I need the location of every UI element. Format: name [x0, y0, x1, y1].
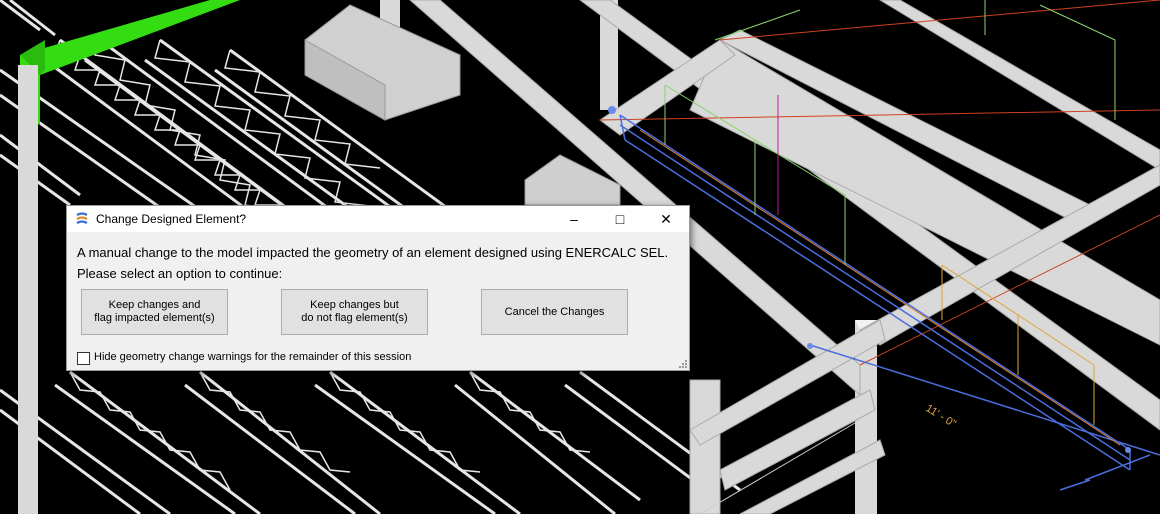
maximize-button[interactable]: □: [597, 206, 643, 232]
cancel-changes-button[interactable]: Cancel the Changes: [481, 289, 628, 335]
minimize-button[interactable]: –: [551, 206, 597, 232]
selection-handle: [608, 106, 616, 114]
hide-warnings-checkbox[interactable]: [77, 352, 90, 365]
dialog-title: Change Designed Element?: [96, 212, 247, 226]
dialog-message: A manual change to the model impacted th…: [77, 245, 669, 260]
dialog-titlebar[interactable]: Change Designed Element? – □ ✕: [67, 206, 689, 232]
keep-and-flag-button[interactable]: Keep changes and flag impacted element(s…: [81, 289, 228, 335]
dialog-prompt: Please select an option to continue:: [77, 266, 283, 281]
close-button[interactable]: ✕: [643, 206, 689, 232]
enercalc-logo-icon: [76, 212, 88, 224]
hide-warnings-label[interactable]: Hide geometry change warnings for the re…: [94, 351, 411, 363]
change-designed-element-dialog: Change Designed Element? – □ ✕ A manual …: [66, 205, 690, 371]
keep-no-flag-button[interactable]: Keep changes but do not flag element(s): [281, 289, 428, 335]
resize-grip-icon[interactable]: [679, 360, 687, 368]
